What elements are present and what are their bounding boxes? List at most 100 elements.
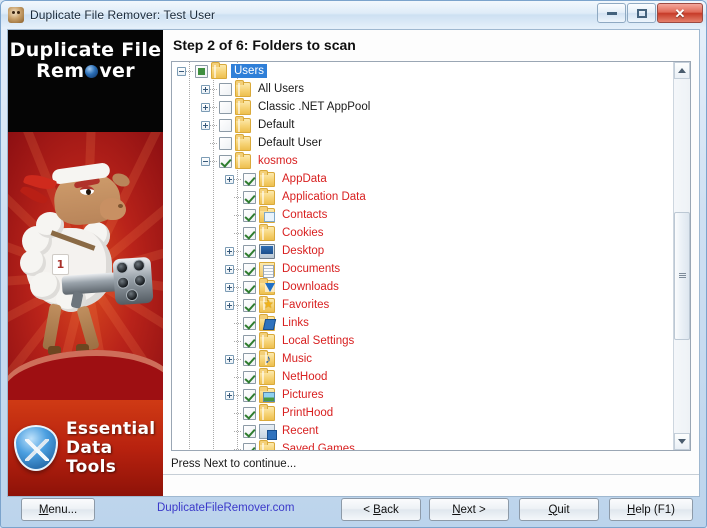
tree-row-label[interactable]: Documents — [279, 262, 343, 276]
tree-connector — [210, 106, 218, 108]
tree-row[interactable]: NetHood — [172, 367, 675, 386]
tree-row-label[interactable]: Links — [279, 316, 312, 330]
tree-row-label[interactable]: Local Settings — [279, 334, 357, 348]
tree-row[interactable]: Users — [172, 62, 675, 80]
expand-icon[interactable] — [225, 282, 234, 292]
scroll-down-arrow[interactable] — [674, 433, 690, 450]
folder-checkbox[interactable] — [243, 298, 256, 312]
expand-icon[interactable] — [225, 390, 234, 400]
tree-row-label[interactable]: Default User — [255, 136, 325, 150]
tree-row-label[interactable]: Default — [255, 118, 297, 132]
folder-icon — [259, 367, 275, 385]
tree-row[interactable]: Downloads — [172, 277, 675, 296]
scroll-up-arrow[interactable] — [674, 62, 690, 79]
tree-row[interactable]: Links — [172, 313, 675, 332]
tree-row-label[interactable]: Classic .NET AppPool — [255, 100, 373, 114]
tree-row[interactable]: AppData — [172, 169, 675, 188]
tree-row-label[interactable]: Saved Games — [279, 442, 358, 450]
tree-row[interactable]: All Users — [172, 79, 675, 98]
tree-row-label[interactable]: PrintHood — [279, 406, 336, 420]
tree-row-label[interactable]: kosmos — [255, 154, 301, 168]
tree-row-label[interactable]: AppData — [279, 172, 330, 186]
tree-row[interactable]: Default — [172, 115, 675, 134]
folder-checkbox[interactable] — [243, 406, 256, 420]
tree-row[interactable]: Documents — [172, 260, 675, 278]
tree-row[interactable]: PrintHood — [172, 403, 675, 422]
maximize-button[interactable] — [627, 3, 656, 23]
expand-icon[interactable] — [225, 354, 234, 364]
next-button[interactable]: Next > — [429, 498, 509, 521]
company-line-2: Data Tools — [66, 437, 117, 477]
tree-row-label[interactable]: Pictures — [279, 388, 327, 402]
folder-checkbox[interactable] — [243, 334, 256, 348]
tree-row[interactable]: Recent — [172, 422, 675, 440]
tree-row[interactable]: Desktop — [172, 242, 675, 260]
tree-row[interactable]: Application Data — [172, 187, 675, 206]
folder-checkbox[interactable] — [243, 352, 256, 366]
tree-row[interactable]: Favorites — [172, 295, 675, 314]
expand-icon[interactable] — [201, 84, 210, 94]
folder-checkbox[interactable] — [195, 64, 208, 78]
website-link[interactable]: DuplicateFileRemover.com — [157, 502, 294, 514]
tree-row-label[interactable]: Music — [279, 352, 315, 366]
minimize-button[interactable] — [597, 3, 626, 23]
folder-checkbox[interactable] — [243, 442, 256, 450]
tree-row-label[interactable]: Desktop — [279, 244, 327, 258]
collapse-icon[interactable] — [177, 66, 186, 76]
folder-checkbox[interactable] — [219, 154, 232, 168]
tree-row[interactable]: kosmos — [172, 151, 675, 170]
folder-checkbox[interactable] — [243, 226, 256, 240]
folder-checkbox[interactable] — [243, 316, 256, 330]
folder-checkbox[interactable] — [219, 136, 232, 150]
folder-checkbox[interactable] — [243, 244, 256, 258]
help-button[interactable]: Help (F1) — [609, 498, 693, 521]
folder-checkbox[interactable] — [243, 388, 256, 402]
tree-row-label[interactable]: NetHood — [279, 370, 330, 384]
tree-row-label[interactable]: Application Data — [279, 190, 369, 204]
tree-row[interactable]: Default User — [172, 133, 675, 152]
folder-checkbox[interactable] — [219, 100, 232, 114]
window-title: Duplicate File Remover: Test User — [30, 7, 216, 22]
menu-button[interactable]: Menu... — [21, 498, 95, 521]
tree-row[interactable]: Music — [172, 349, 675, 368]
tree-row[interactable]: Pictures — [172, 385, 675, 404]
folder-checkbox[interactable] — [243, 424, 256, 438]
quit-button[interactable]: Quit — [519, 498, 599, 521]
tree-row[interactable]: Local Settings — [172, 331, 675, 350]
tree-row-label[interactable]: Contacts — [279, 208, 330, 222]
expand-icon[interactable] — [225, 300, 234, 310]
tree-vertical-scrollbar[interactable] — [673, 62, 690, 450]
expand-icon[interactable] — [225, 174, 234, 184]
expand-icon[interactable] — [225, 246, 234, 256]
folder-checkbox[interactable] — [243, 262, 256, 276]
collapse-icon[interactable] — [201, 156, 210, 166]
folder-checkbox[interactable] — [243, 370, 256, 384]
close-button[interactable]: ✕ — [657, 3, 703, 23]
tree-row-label[interactable]: Cookies — [279, 226, 327, 240]
tree-row-label[interactable]: All Users — [255, 82, 307, 96]
tree-row-label[interactable]: Downloads — [279, 280, 342, 294]
folder-checkbox[interactable] — [219, 82, 232, 96]
expand-icon[interactable] — [225, 264, 234, 274]
folder-checkbox[interactable] — [219, 118, 232, 132]
footer-bar: Menu... DuplicateFileRemover.com < Back … — [7, 498, 700, 526]
expand-icon[interactable] — [201, 102, 210, 112]
tree-row[interactable]: Saved Games — [172, 439, 675, 451]
folder-tree[interactable]: Users All Users Classic .NET AppPool Defaul… — [172, 62, 675, 450]
folder-checkbox[interactable] — [243, 172, 256, 186]
folder-checkbox[interactable] — [243, 190, 256, 204]
tree-row-label[interactable]: Users — [231, 64, 268, 78]
tree-row-label[interactable]: Recent — [279, 424, 321, 438]
tree-row-label[interactable]: Favorites — [279, 298, 332, 312]
folder-icon — [259, 403, 275, 421]
expand-icon[interactable] — [201, 120, 210, 130]
tree-row[interactable]: Cookies — [172, 223, 675, 242]
status-text: Press Next to continue... — [171, 458, 297, 470]
folder-checkbox[interactable] — [243, 280, 256, 294]
folder-checkbox[interactable] — [243, 208, 256, 222]
back-button[interactable]: < Back — [341, 498, 421, 521]
tree-row[interactable]: Classic .NET AppPool — [172, 97, 675, 116]
tree-row[interactable]: Contacts — [172, 205, 675, 224]
scrollbar-thumb[interactable] — [674, 212, 690, 340]
